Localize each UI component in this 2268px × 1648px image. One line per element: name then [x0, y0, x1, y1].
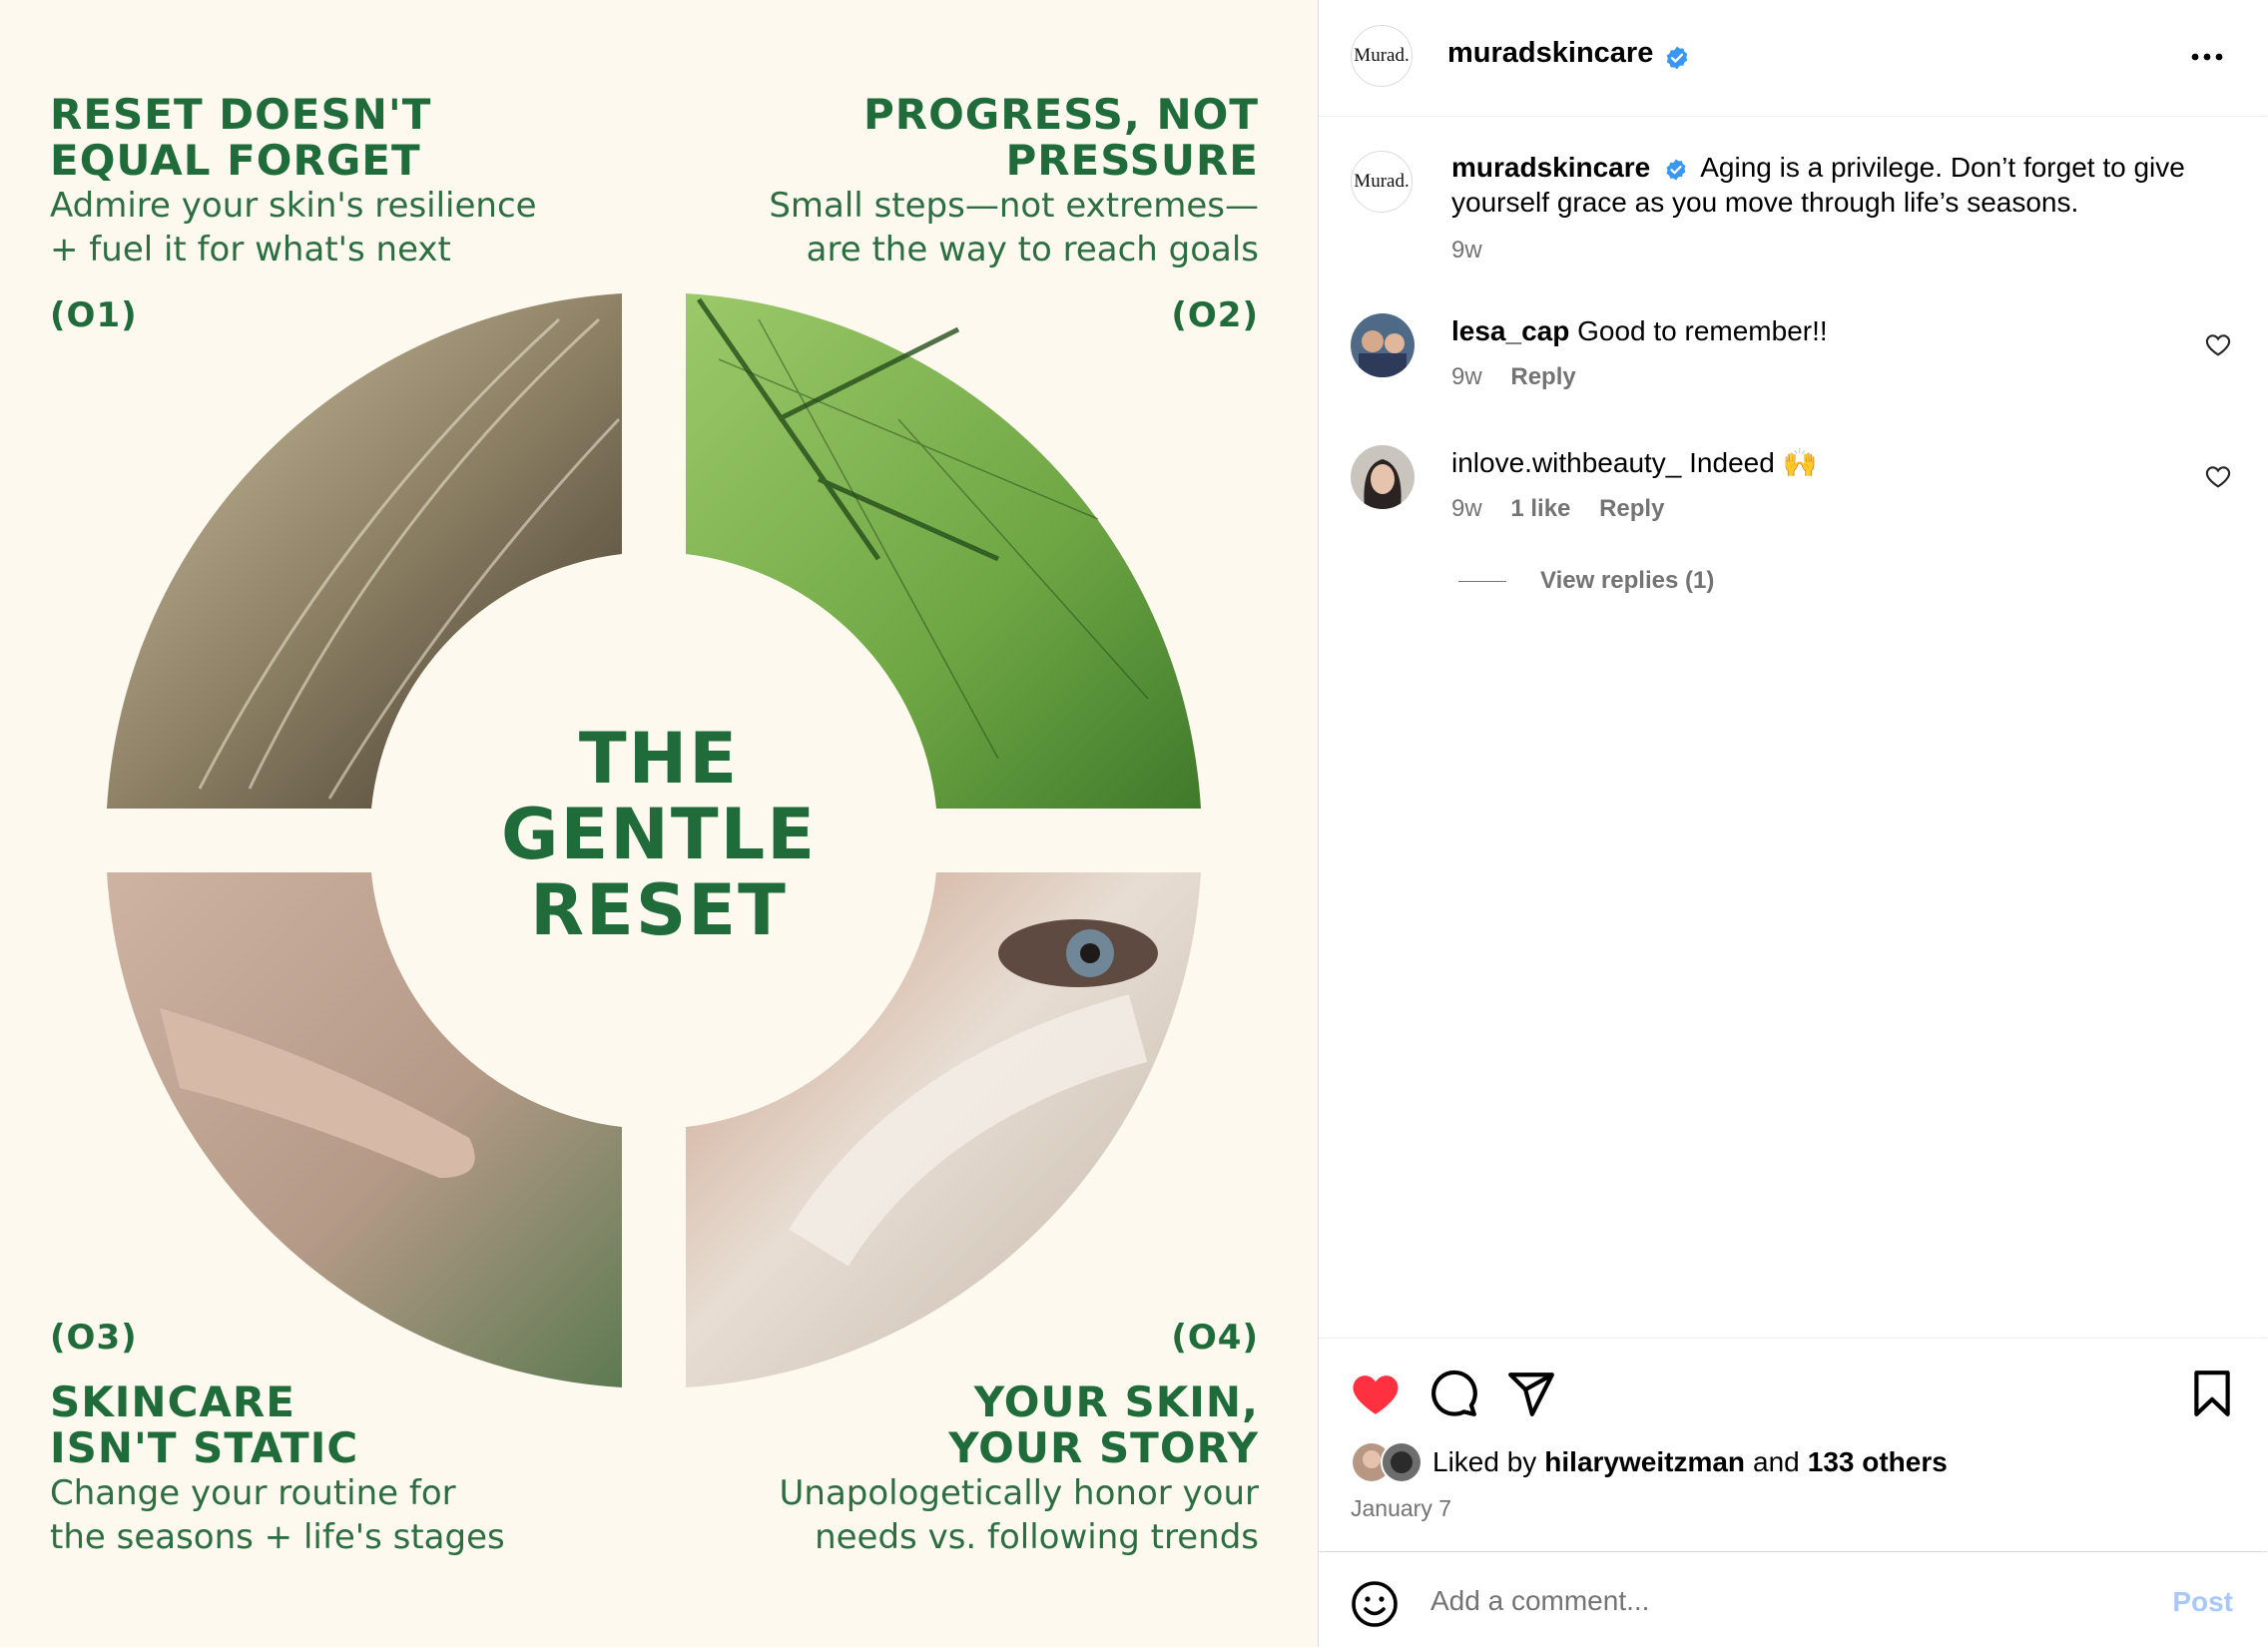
comment-time[interactable]: 9w	[1451, 495, 1482, 522]
view-replies-label: View replies (1)	[1540, 567, 1715, 594]
likes-joiner: and	[1753, 1446, 1800, 1477]
comment-text-block: inlove.withbeauty_ Indeed 🙌	[1451, 445, 2210, 480]
heart-outline-icon[interactable]	[2205, 332, 2231, 356]
quadrant-4-number: (O4)	[1171, 1318, 1259, 1358]
post-comment-button[interactable]: Post	[2172, 1586, 2233, 1618]
reply-button[interactable]: Reply	[1599, 495, 1664, 522]
caption-text-block: muradskincare Aging is a privilege. Don’…	[1451, 150, 2210, 220]
comment-bubble-icon[interactable]	[1428, 1369, 1478, 1418]
more-options-icon[interactable]	[2187, 42, 2227, 72]
quadrant-3-subtitle: Change your routine for the seasons + li…	[50, 1473, 505, 1557]
commenter-avatar[interactable]	[1351, 313, 1415, 377]
comment-meta: 9w 1 like Reply	[1451, 495, 1686, 523]
quadrant-3-title: SKINCARE ISN'T STATIC	[50, 1377, 359, 1472]
bookmark-icon[interactable]	[2187, 1369, 2237, 1418]
quadrant-2-text: PROGRESS, NOT PRESSURE Small steps—not e…	[769, 92, 1259, 272]
center-title: THE GENTLE RESET	[500, 718, 818, 951]
quadrant-4-subtitle: Unapologetically honor your needs vs. fo…	[779, 1473, 1259, 1557]
comment-likes-count[interactable]: 1 like	[1510, 495, 1570, 522]
comment-username[interactable]: lesa_cap	[1451, 315, 1569, 346]
post-side-panel: Murad. muradskincare Murad. muradskincar…	[1318, 0, 2268, 1647]
likes-summary[interactable]: Liked by hilaryweitzman and 133 others	[1351, 1441, 1948, 1483]
caption: Murad. muradskincare Aging is a privileg…	[1351, 151, 2249, 290]
reply-button[interactable]: Reply	[1510, 363, 1575, 390]
comments-section[interactable]: Murad. muradskincare Aging is a privileg…	[1319, 116, 2267, 1338]
author-avatar[interactable]: Murad.	[1351, 25, 1413, 87]
post-actions: Liked by hilaryweitzman and 133 others J…	[1319, 1338, 2267, 1552]
add-comment-bar: Post	[1319, 1551, 2267, 1648]
verified-badge-icon	[1666, 46, 1688, 70]
comment-item: inlove.withbeauty_ Indeed 🙌 9w 1 like Re…	[1351, 445, 2249, 525]
quadrant-4-text: YOUR SKIN, YOUR STORY Unapologetically h…	[780, 1379, 1259, 1559]
commenter-avatar[interactable]	[1351, 445, 1415, 509]
post-header: Murad. muradskincare	[1319, 0, 2267, 117]
post-image[interactable]: RESET DOESN'T EQUAL FORGET Admire your s…	[0, 0, 1318, 1647]
comment-text: Good to remember!!	[1577, 315, 1828, 346]
caption-time[interactable]: 9w	[1451, 237, 1482, 264]
quadrant-1-title: RESET DOESN'T EQUAL FORGET	[50, 90, 432, 185]
quadrant-2-title: PROGRESS, NOT PRESSURE	[862, 90, 1259, 185]
comment-username[interactable]: inlove.withbeauty_	[1451, 447, 1681, 478]
caption-username[interactable]: muradskincare	[1451, 152, 1650, 183]
likes-prefix: Liked by	[1432, 1446, 1537, 1477]
comment-text: Indeed 🙌	[1689, 447, 1818, 478]
heart-outline-icon[interactable]	[2205, 464, 2231, 488]
author-username[interactable]: muradskincare	[1447, 37, 1653, 69]
quadrant-3-text: SKINCARE ISN'T STATIC Change your routin…	[50, 1379, 505, 1559]
quadrant-3-number: (O3)	[50, 1318, 138, 1358]
caption-meta: 9w	[1451, 237, 1504, 265]
comment-text-block: lesa_cap Good to remember!!	[1451, 313, 2210, 348]
post-date[interactable]: January 7	[1351, 1495, 1451, 1522]
liker-avatar	[1381, 1441, 1422, 1483]
likes-others[interactable]: 133 others	[1808, 1446, 1948, 1478]
caption-avatar[interactable]: Murad.	[1351, 151, 1413, 213]
quadrant-1-number: (O1)	[50, 295, 138, 335]
quadrant-4-title: YOUR SKIN, YOUR STORY	[948, 1377, 1259, 1472]
smiley-icon[interactable]	[1351, 1580, 1399, 1628]
paper-plane-icon[interactable]	[1506, 1369, 1556, 1418]
comment-item: lesa_cap Good to remember!! 9w Reply	[1351, 313, 2249, 393]
comment-input[interactable]	[1428, 1572, 2131, 1630]
quadrant-2-number: (O2)	[1171, 295, 1259, 335]
quadrant-1-subtitle: Admire your skin's resilience + fuel it …	[50, 186, 537, 270]
author-name-row: muradskincare	[1447, 37, 1690, 71]
likes-user[interactable]: hilaryweitzman	[1544, 1446, 1745, 1478]
heart-filled-icon[interactable]	[1351, 1369, 1401, 1418]
verified-badge-icon	[1666, 159, 1686, 181]
comment-meta: 9w Reply	[1451, 363, 1598, 391]
comment-time[interactable]: 9w	[1451, 363, 1482, 390]
view-replies-button[interactable]: View replies (1)	[1458, 567, 1714, 595]
view-replies-divider	[1458, 581, 1506, 583]
quadrant-1-text: RESET DOESN'T EQUAL FORGET Admire your s…	[50, 92, 537, 272]
quadrant-2-subtitle: Small steps—not extremes— are the way to…	[769, 186, 1259, 270]
